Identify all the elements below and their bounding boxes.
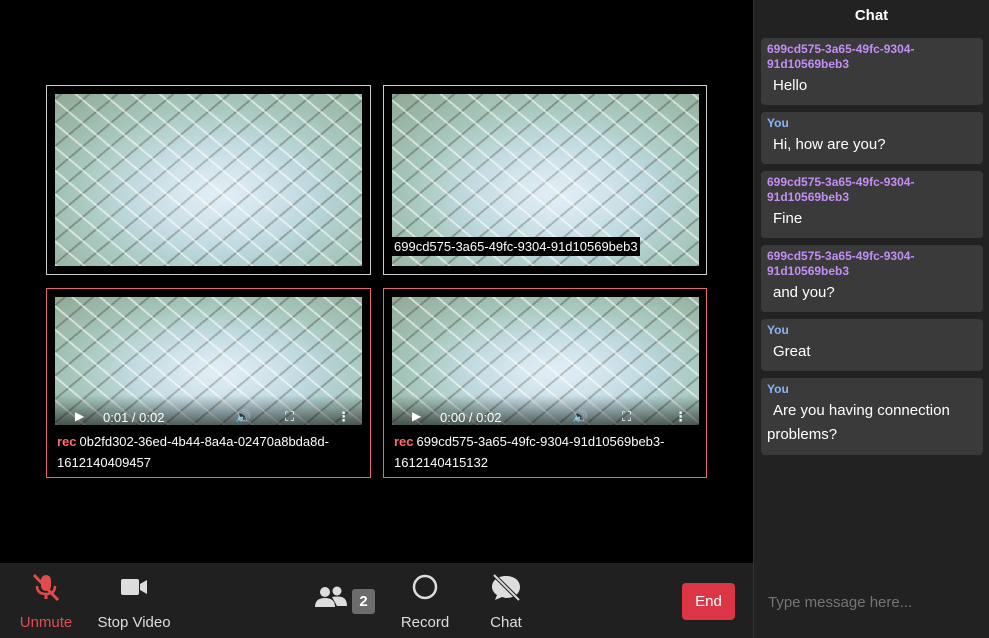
unmute-label: Unmute [19,614,73,631]
message-sender: You [767,382,789,396]
message-text: Great [773,343,811,360]
message-text: Fine [773,210,803,227]
volume-icon[interactable]: 🔊 [572,409,588,425]
chat-message: 699cd575-3a65-49fc-9304-91d10569beb3 and… [761,245,983,312]
more-icon[interactable]: ⋮ [674,409,687,425]
microphone-muted-icon [16,572,76,610]
video-stage: 699cd575-3a65-49fc-9304-91d10569beb3 ▶ 0… [0,0,753,563]
meeting-app: 699cd575-3a65-49fc-9304-91d10569beb3 ▶ 0… [0,0,989,638]
rec-tag: rec [57,434,77,449]
chat-panel: Chat 699cd575-3a65-49fc-9304-91d10569beb… [753,0,989,638]
rec-tag: rec [394,434,414,449]
recording-tile-1: ▶ 0:01 / 0:02 🔊 ⛶ ⋮ rec 0b2fd302-36ed-4b4… [46,288,371,478]
recording-filename: 0b2fd302-36ed-4b44-8a4a-02470a8bda8d-161… [57,434,329,470]
chat-button[interactable]: Chat [484,563,528,638]
chat-message: You Are you having connection problems? [761,378,983,455]
message-sender: You [767,116,789,130]
message-text: Hi, how are you? [773,136,886,153]
stop-video-button[interactable]: Stop Video [93,563,175,638]
unmute-button[interactable]: Unmute [16,563,76,638]
participant-name-label: 699cd575-3a65-49fc-9304-91d10569beb3 [392,237,640,256]
message-sender: 699cd575-3a65-49fc-9304-91d10569beb3 [767,249,915,278]
message-sender: You [767,323,789,337]
recording-video-player[interactable]: ▶ 0:00 / 0:02 🔊 ⛶ ⋮ [392,297,699,425]
stop-video-label: Stop Video [97,614,171,631]
playback-time: 0:00 / 0:02 [440,410,502,425]
message-text: and you? [773,284,835,301]
chat-title: Chat [854,7,889,24]
more-icon[interactable]: ⋮ [337,409,350,425]
play-icon[interactable]: ▶ [75,409,84,423]
recording-name: rec 699cd575-3a65-49fc-9304-91d10569beb3-… [394,431,699,473]
record-button[interactable]: Record [398,563,452,638]
participant-video: 699cd575-3a65-49fc-9304-91d10569beb3 [392,94,699,266]
volume-icon[interactable]: 🔊 [235,409,251,425]
chat-message: You Great [761,319,983,371]
message-text: Are you having connection problems? [767,402,950,443]
participant-video [55,94,362,266]
chat-hidden-icon [484,572,528,610]
chat-message: 699cd575-3a65-49fc-9304-91d10569beb3 Fin… [761,171,983,238]
chat-message-input[interactable] [768,594,968,611]
chat-message: 699cd575-3a65-49fc-9304-91d10569beb3 Hel… [761,38,983,105]
fullscreen-icon[interactable]: ⛶ [622,409,631,425]
record-icon [398,572,452,610]
recording-tile-2: ▶ 0:00 / 0:02 🔊 ⛶ ⋮ rec 699cd575-3a65-49f… [383,288,707,478]
participants-count-badge: 2 [352,589,375,614]
video-tile-2: 699cd575-3a65-49fc-9304-91d10569beb3 [383,85,707,275]
video-controls: ▶ 0:00 / 0:02 🔊 ⛶ ⋮ [392,395,699,425]
end-call-button[interactable]: End [682,583,735,620]
play-icon[interactable]: ▶ [412,409,421,423]
message-sender: 699cd575-3a65-49fc-9304-91d10569beb3 [767,42,915,71]
record-label: Record [400,614,450,631]
message-sender: 699cd575-3a65-49fc-9304-91d10569beb3 [767,175,915,204]
video-camera-icon [93,572,175,610]
video-controls: ▶ 0:01 / 0:02 🔊 ⛶ ⋮ [55,395,362,425]
playback-time: 0:01 / 0:02 [103,410,165,425]
chat-label: Chat [490,614,522,631]
message-text: Hello [773,77,808,94]
recording-name: rec 0b2fd302-36ed-4b44-8a4a-02470a8bda8d-… [57,431,362,473]
fullscreen-icon[interactable]: ⛶ [285,409,294,425]
meeting-controls-bar: Unmute Stop Video 2 Record Chat End [0,563,753,638]
chat-message: You Hi, how are you? [761,112,983,164]
recording-video-player[interactable]: ▶ 0:01 / 0:02 🔊 ⛶ ⋮ [55,297,362,425]
participants-button[interactable]: 2 [314,563,378,638]
video-tile-1 [46,85,371,275]
recording-filename: 699cd575-3a65-49fc-9304-91d10569beb3-161… [394,434,665,470]
